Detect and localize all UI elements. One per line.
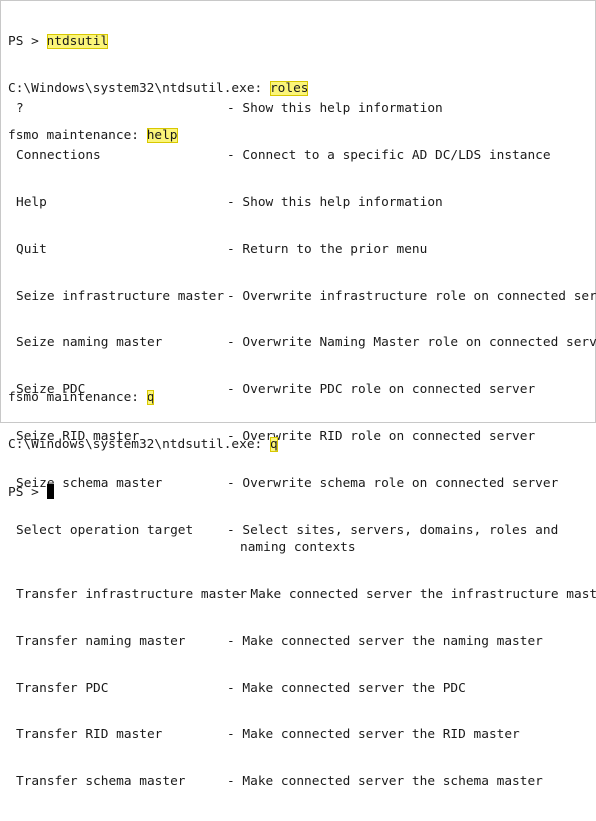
help-command: Connections xyxy=(16,147,101,163)
help-command: Quit xyxy=(16,241,47,257)
typed-command-q: q xyxy=(269,436,278,452)
help-row: Transfer RID master - Make connected serv… xyxy=(16,727,520,744)
help-description: - Return to the prior menu xyxy=(227,241,428,257)
help-row: Transfer naming master - Make connected s… xyxy=(16,633,543,651)
session-tail: fsmo maintenance: q C:\Windows\system32\… xyxy=(8,360,278,531)
typed-command-q: q xyxy=(146,390,155,405)
prompt-ntdsutil: C:\Windows\system32\ntdsutil.exe: xyxy=(8,436,270,452)
help-command: Transfer naming master xyxy=(16,633,186,649)
help-description: - Overwrite infrastructure role on conne… xyxy=(227,288,596,304)
help-row: ? - Show this help information xyxy=(16,101,443,118)
help-description: - Make connected server the schema maste… xyxy=(227,774,543,790)
help-description: - Make connected server the infrastructu… xyxy=(235,586,596,602)
help-command: Transfer infrastructure master xyxy=(16,586,248,602)
help-row: Help - Show this help information xyxy=(16,194,443,212)
typed-command-roles: roles xyxy=(269,80,309,96)
help-row: Quit - Return to the prior menu xyxy=(16,241,427,259)
help-command: Transfer PDC xyxy=(16,680,109,696)
help-command: Seize infrastructure master xyxy=(16,288,225,304)
tail-line-2: C:\Windows\system32\ntdsutil.exe: q xyxy=(8,436,278,454)
prompt-ps: PS > xyxy=(8,34,47,49)
help-row: Connections - Connect to a specific AD DC… xyxy=(16,147,551,165)
help-row: Transfer infrastructure master - Make con… xyxy=(16,586,596,604)
help-row: Transfer schema master - Make connected s… xyxy=(16,774,543,791)
help-command: Transfer RID master xyxy=(16,727,163,743)
help-description: - Make connected server the PDC xyxy=(227,680,466,696)
help-description: - Show this help information xyxy=(227,194,443,210)
help-command: Seize naming master xyxy=(16,335,163,351)
help-command: Transfer schema master xyxy=(16,774,186,790)
help-command: Help xyxy=(16,194,47,210)
typed-command-ntdsutil: ntdsutil xyxy=(46,34,109,49)
help-command: ? xyxy=(16,101,24,116)
tail-line-1: fsmo maintenance: q xyxy=(8,390,278,407)
tail-line-3[interactable]: PS > xyxy=(8,483,278,501)
terminal-window[interactable]: PS > ntdsutil C:\Windows\system32\ntdsut… xyxy=(0,0,596,789)
prompt-fsmo-maintenance: fsmo maintenance: xyxy=(8,390,147,405)
help-row: Transfer PDC - Make connected server the … xyxy=(16,680,466,698)
text-cursor xyxy=(46,483,54,499)
help-row: Seize infrastructure master - Overwrite i… xyxy=(16,288,596,306)
help-description: - Make connected server the naming maste… xyxy=(227,633,543,649)
help-description: - Make connected server the RID master xyxy=(227,727,520,743)
help-description: - Show this help information xyxy=(227,101,443,116)
session-line-1: PS > ntdsutil xyxy=(8,34,595,51)
help-description: - Overwrite Naming Master role on connec… xyxy=(227,335,596,351)
prompt-ps: PS > xyxy=(8,484,47,500)
help-description: - Connect to a specific AD DC/LDS instan… xyxy=(227,147,551,163)
help-description-continuation: naming contexts xyxy=(240,539,356,555)
help-row: Seize naming master - Overwrite Naming Ma… xyxy=(16,335,596,352)
